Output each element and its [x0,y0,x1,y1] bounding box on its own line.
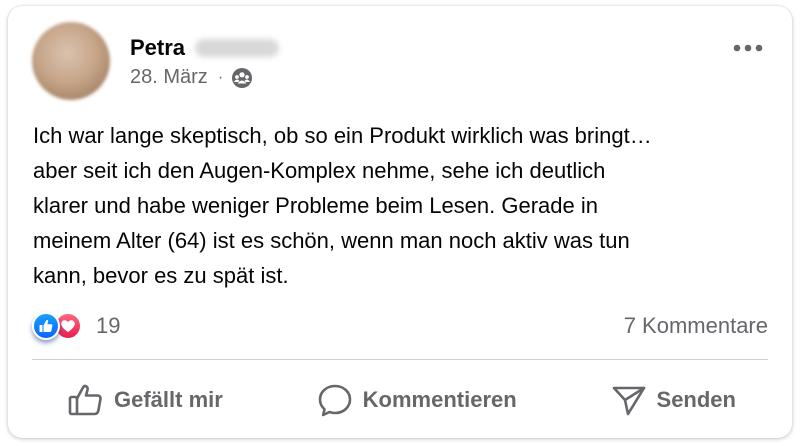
reaction-icons [32,310,92,342]
like-button[interactable]: Gefällt mir [52,374,239,426]
reaction-count: 19 [96,313,121,338]
thumbs-up-icon [68,383,114,417]
comment-button-label: Kommentieren [362,387,517,412]
post-actions: Gefällt mir Kommentieren Senden [32,371,768,429]
comments-count-link[interactable]: 7 Kommentare [624,313,768,339]
send-button[interactable]: Senden [595,374,752,426]
like-button-label: Gefällt mir [114,387,223,412]
more-options-button[interactable] [728,36,768,60]
author-name[interactable]: Petra [130,35,185,61]
comment-button[interactable]: Kommentieren [301,374,533,426]
author-surname-redacted [195,39,280,57]
meta-separator: · [217,68,224,86]
post-meta: 28. März · [130,66,253,89]
reactions-summary[interactable]: 19 [32,310,120,342]
more-horizontal-icon [733,39,763,57]
comment-bubble-icon [317,383,363,417]
post-text: Ich war lange skeptisch, ob so ein Produ… [33,123,652,288]
author-avatar[interactable] [32,22,110,100]
post-date[interactable]: 28. März [130,66,208,89]
divider [32,359,768,360]
send-button-label: Senden [656,387,736,412]
author-header: Petra [130,34,280,62]
friends-icon[interactable] [231,67,253,89]
reactions-bar: 19 7 Kommentare [32,309,768,343]
post-card: Petra 28. März · Ich war lange skeptisch… [8,6,792,438]
like-reaction-icon [32,312,60,340]
send-icon [611,383,657,417]
